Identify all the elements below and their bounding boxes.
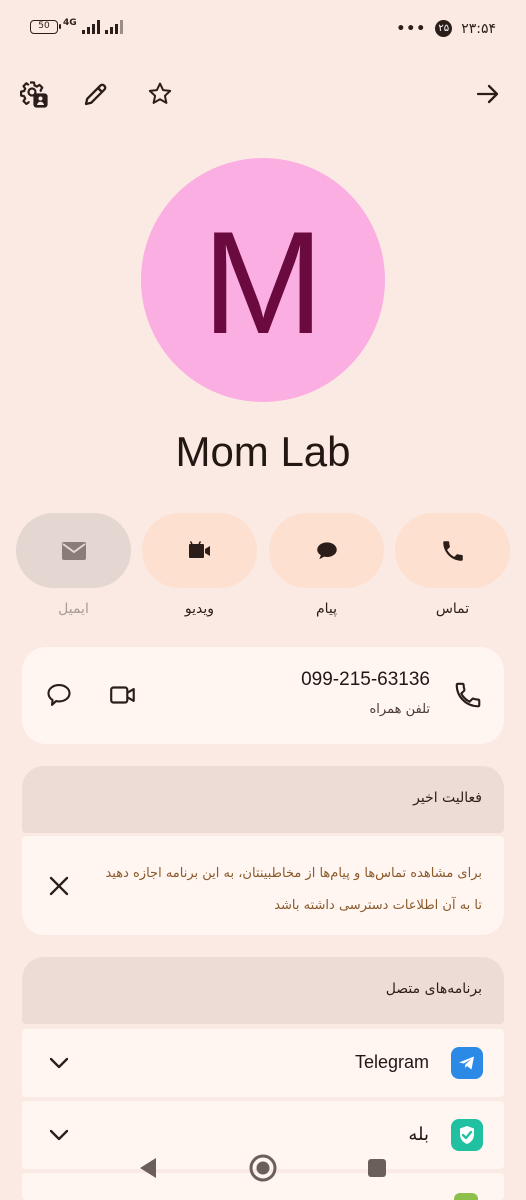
video-action-button[interactable]	[142, 513, 257, 588]
email-action-button[interactable]	[16, 513, 131, 588]
notification-badge: ۲۵	[435, 20, 453, 37]
email-icon	[61, 541, 86, 560]
close-icon	[49, 876, 69, 896]
contact-avatar: M	[141, 158, 385, 402]
signal-icon	[81, 20, 100, 34]
settings-person-icon	[20, 81, 48, 108]
battery-level: 50	[38, 21, 50, 31]
message-outline-icon	[47, 684, 71, 706]
phone-outline-icon	[455, 682, 481, 708]
phone-video-button[interactable]	[101, 673, 145, 717]
pencil-icon	[84, 83, 107, 106]
star-icon	[148, 82, 172, 104]
chevron-down-icon	[49, 1057, 69, 1069]
phone-card[interactable]: 099-215-63136 تلفن همراه	[22, 647, 504, 744]
status-right: ••• ۲۵ ۲۳:۵۴	[396, 20, 496, 37]
nav-home-button[interactable]	[241, 1146, 285, 1190]
connected-apps-header: برنامه‌های متصل	[22, 957, 504, 1024]
battery-icon: 50	[30, 20, 61, 34]
message-icon	[316, 541, 337, 559]
video-action-label: ویدیو	[184, 601, 215, 617]
favorite-button[interactable]	[138, 72, 182, 116]
contact-name: Mom Lab	[175, 428, 351, 475]
call-action-button[interactable]	[395, 513, 510, 588]
square-recents-icon	[368, 1159, 386, 1177]
phone-type: تلفن همراه	[369, 702, 431, 717]
edit-button[interactable]	[74, 72, 118, 116]
triangle-back-icon	[140, 1158, 156, 1178]
connected-apps-title: برنامه‌های متصل	[385, 981, 482, 997]
nav-back-button[interactable]	[126, 1146, 170, 1190]
home-circle-icon	[249, 1154, 277, 1182]
phone-number: 099-215-63136	[301, 669, 430, 690]
avatar-initial: M	[202, 201, 324, 364]
network-type: 4G	[63, 18, 77, 28]
email-action-label: ایمیل	[58, 601, 89, 617]
phone-call-button[interactable]	[446, 673, 490, 717]
status-bar: 50 4G ••• ۲۵ ۲۳:۵۴	[0, 0, 526, 64]
dismiss-permission-button[interactable]	[37, 864, 81, 908]
video-icon	[188, 540, 210, 558]
recent-activity-title: فعالیت اخیر	[413, 790, 482, 806]
call-action-label: تماس	[435, 601, 470, 617]
back-button[interactable]	[466, 72, 510, 116]
phone-icon	[442, 540, 463, 561]
app-row-telegram[interactable]: Telegram	[22, 1029, 504, 1097]
more-notifications-icon: •••	[396, 20, 427, 37]
telegram-icon	[451, 1047, 483, 1079]
contact-settings-button[interactable]	[12, 72, 56, 116]
arrow-right-icon	[476, 84, 499, 104]
video-outline-icon	[110, 686, 135, 704]
permission-text: برای مشاهده تماس‌ها و پیام‌ها از مخاطبین…	[105, 866, 482, 913]
expand-app-button[interactable]	[37, 1041, 81, 1085]
message-action-button[interactable]	[269, 513, 384, 588]
nav-recents-button[interactable]	[355, 1146, 399, 1190]
permission-card[interactable]: برای مشاهده تماس‌ها و پیام‌ها از مخاطبین…	[22, 836, 504, 935]
clock: ۲۳:۵۴	[461, 20, 496, 37]
app-name: Telegram	[354, 1052, 429, 1072]
status-left: 50 4G	[30, 18, 123, 34]
phone-message-button[interactable]	[37, 673, 81, 717]
signal-2-icon	[104, 20, 123, 34]
system-nav-bar	[0, 1140, 526, 1200]
recent-activity-header: فعالیت اخیر	[22, 766, 504, 833]
message-action-label: پیام	[315, 601, 338, 617]
